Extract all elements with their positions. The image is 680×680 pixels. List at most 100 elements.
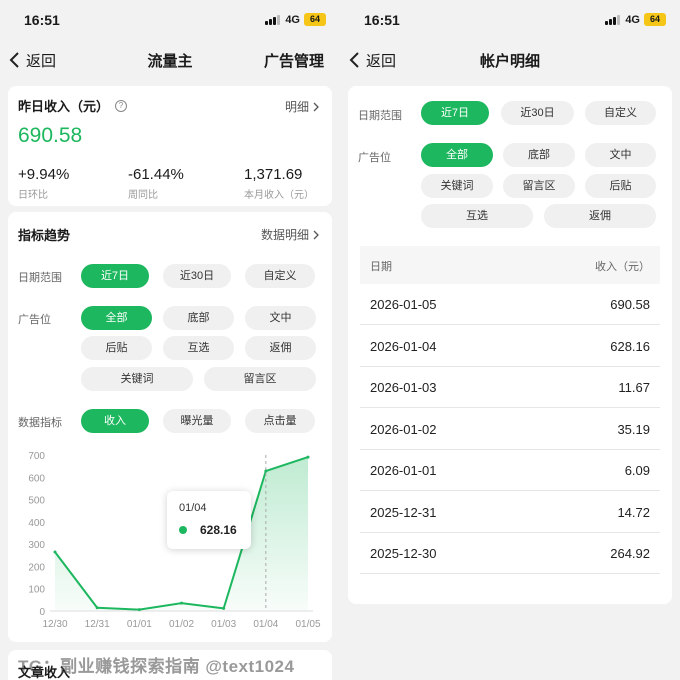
x-tick-label: 01/01 (127, 619, 152, 630)
row-income: 14.72 (617, 504, 650, 520)
metric-option-clicks[interactable]: 点击量 (245, 409, 315, 433)
y-tick-label: 200 (28, 562, 45, 573)
row-income: 628.16 (610, 338, 650, 354)
pos-option-inline[interactable]: 文中 (245, 306, 316, 330)
table-header: 日期 收入（元） (360, 246, 660, 284)
col-date-header: 日期 (370, 261, 392, 273)
data-point (306, 455, 310, 459)
data-point (95, 606, 99, 610)
tooltip-date: 01/04 (179, 502, 207, 514)
date-option-custom[interactable]: 自定义 (585, 101, 656, 125)
income-detail-link[interactable]: 明细 (285, 98, 320, 115)
chevron-right-icon (313, 102, 319, 111)
pos-option-keyword[interactable]: 关键词 (421, 174, 493, 198)
metric-label: 数据指标 (18, 417, 62, 429)
y-tick-label: 500 (28, 496, 45, 507)
table-row: 2026-01-02 35.19 (360, 409, 660, 450)
row-date: 2026-01-05 (370, 297, 437, 312)
status-bar: 16:51 4G 64 (340, 0, 680, 40)
date-option-7d[interactable]: 近7日 (81, 264, 149, 288)
network-label: 4G (625, 14, 640, 26)
status-bar: 16:51 4G 64 (0, 0, 340, 40)
pos-option-comment[interactable]: 留言区 (204, 367, 316, 391)
row-date: 2025-12-30 (370, 546, 437, 561)
table-row: 2025-12-31 14.72 (360, 492, 660, 533)
pos-option-after[interactable]: 后贴 (585, 174, 656, 198)
status-time: 16:51 (364, 12, 400, 28)
date-range-label: 日期范围 (358, 110, 402, 122)
income-title: 昨日收入（元） ? (18, 96, 128, 115)
metric-option-impressions[interactable]: 曝光量 (163, 409, 231, 433)
back-button[interactable]: 返回 (348, 48, 396, 72)
x-tick-label: 01/03 (211, 619, 236, 630)
chevron-left-icon (349, 52, 359, 68)
row-income: 6.09 (624, 463, 650, 478)
stat-value: -61.44% (128, 166, 184, 183)
trend-detail-link[interactable]: 数据明细 (261, 226, 320, 243)
network-label: 4G (285, 14, 300, 26)
x-tick-label: 12/30 (42, 619, 67, 630)
stat-label: 本月收入（元） (244, 190, 314, 201)
pos-option-rebate[interactable]: 返佣 (245, 336, 316, 360)
date-option-custom[interactable]: 自定义 (245, 264, 315, 288)
pos-option-comment[interactable]: 留言区 (503, 174, 575, 198)
y-tick-label: 700 (28, 451, 45, 462)
date-range-label: 日期范围 (18, 272, 62, 284)
x-tick-label: 01/04 (253, 619, 278, 630)
pos-option-all[interactable]: 全部 (421, 143, 493, 167)
data-point (137, 608, 141, 612)
income-card: 昨日收入（元） ? 明细 690.58 +9.94% 日环比 -61.44% 周… (8, 86, 332, 206)
pos-option-keyword[interactable]: 关键词 (81, 367, 193, 391)
stat-value: 1,371.69 (244, 166, 303, 183)
pos-option-all[interactable]: 全部 (81, 306, 152, 330)
y-tick-label: 600 (28, 473, 45, 484)
trend-card: 指标趋势 数据明细 日期范围 近7日 近30日 自定义 广告位 全部 底部 文中… (8, 212, 332, 642)
back-label: 返回 (366, 52, 397, 70)
date-option-30d[interactable]: 近30日 (163, 264, 231, 288)
pos-option-rebate[interactable]: 返佣 (544, 204, 656, 228)
row-income: 690.58 (610, 297, 650, 312)
pos-option-bottom[interactable]: 底部 (163, 306, 234, 330)
income-detail-label: 明细 (284, 100, 309, 114)
pos-option-after[interactable]: 后贴 (81, 336, 152, 360)
ad-management-button[interactable]: 广告管理 (264, 50, 324, 71)
table-row: 2026-01-05 690.58 (360, 284, 660, 325)
chevron-left-icon (9, 52, 19, 68)
chart-tooltip: 01/04 628.16 (167, 491, 251, 549)
nav-bar: 返回 帐户明细 (340, 44, 680, 76)
watermark: TG：副业赚钱探索指南 @text1024 (18, 657, 295, 676)
row-date: 2026-01-04 (370, 338, 437, 354)
x-tick-label: 12/31 (85, 619, 110, 630)
stat-label: 日环比 (18, 190, 48, 201)
traffic-owner-screen: 16:51 4G 64 返回 流量主 广告管理 昨日收入（元） ? 明细 690… (0, 0, 340, 680)
metric-option-revenue[interactable]: 收入 (81, 409, 149, 433)
stat-month: 1,371.69 本月收入（元） (244, 166, 314, 201)
date-option-30d[interactable]: 近30日 (501, 101, 574, 125)
signal-icon (605, 15, 620, 25)
x-tick-label: 01/05 (295, 619, 320, 630)
pos-option-mutual[interactable]: 互选 (163, 336, 234, 360)
row-income: 11.67 (618, 380, 650, 395)
table-row: 2025-12-30 264.92 (360, 533, 660, 574)
data-point (222, 606, 226, 610)
battery-icon: 64 (304, 13, 326, 26)
stat-value: +9.94% (18, 166, 70, 183)
stat-week: -61.44% 周同比 (128, 166, 184, 201)
tooltip-dot-icon (179, 526, 187, 534)
back-label: 返回 (26, 52, 57, 70)
stat-day: +9.94% 日环比 (18, 166, 69, 201)
back-button[interactable]: 返回 (8, 48, 56, 72)
account-detail-card: 日期范围 近7日 近30日 自定义 广告位 全部 底部 文中 关键词 留言区 后… (348, 86, 672, 604)
pos-option-inline[interactable]: 文中 (585, 143, 656, 167)
tooltip-value: 628.16 (200, 523, 237, 537)
data-point (53, 550, 57, 554)
date-option-7d[interactable]: 近7日 (421, 101, 489, 125)
pos-option-mutual[interactable]: 互选 (421, 204, 533, 228)
row-income: 264.92 (610, 546, 650, 561)
row-date: 2025-12-31 (370, 504, 437, 520)
col-income-header: 收入（元） (595, 261, 650, 273)
pos-option-bottom[interactable]: 底部 (503, 143, 575, 167)
table-row: 2026-01-04 628.16 (360, 326, 660, 367)
status-time: 16:51 (24, 12, 60, 28)
help-icon[interactable]: ? (115, 99, 128, 112)
